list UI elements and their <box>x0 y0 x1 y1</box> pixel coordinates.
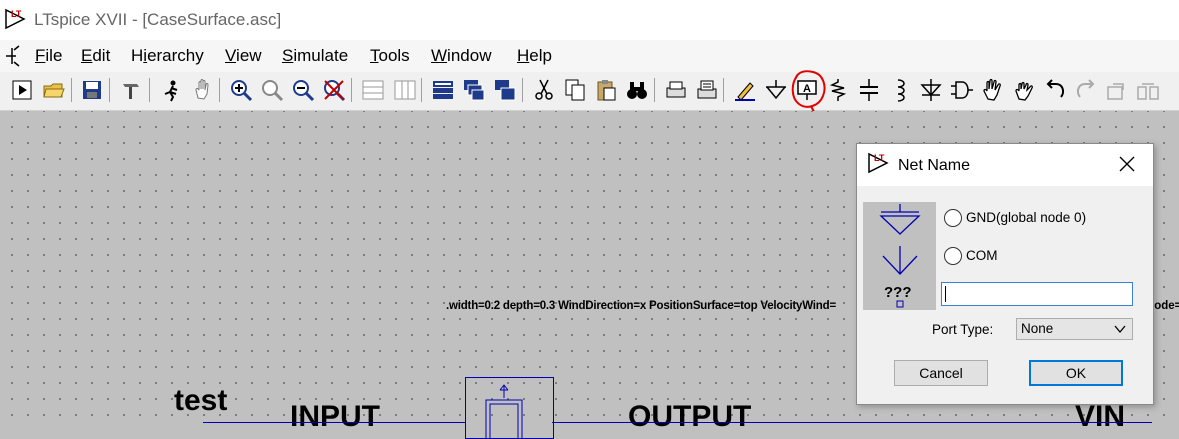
pan-icon[interactable] <box>189 76 217 104</box>
schematic-component[interactable] <box>465 377 554 439</box>
label-input[interactable]: INPUT <box>290 400 380 434</box>
port-type-select[interactable]: None <box>1016 318 1133 340</box>
window-list-icon[interactable] <box>491 76 519 104</box>
toolbar-separator <box>522 78 523 102</box>
run-icon[interactable] <box>8 76 36 104</box>
move-icon[interactable] <box>979 76 1007 104</box>
radio-gnd-label[interactable]: GND(global node 0) <box>966 210 1086 225</box>
zoom-area-icon[interactable] <box>258 76 286 104</box>
control-panel-icon[interactable] <box>117 76 145 104</box>
text-caret <box>945 286 946 302</box>
copy-icon[interactable] <box>561 76 589 104</box>
tile-vertical-icon[interactable] <box>391 76 419 104</box>
menu-window[interactable]: Window <box>431 46 491 66</box>
drag-icon[interactable] <box>1010 76 1038 104</box>
menu-file[interactable]: File <box>35 46 62 66</box>
next-window-icon[interactable] <box>460 76 488 104</box>
find-icon[interactable] <box>623 76 651 104</box>
toolbar-separator <box>421 78 422 102</box>
capacitor-icon[interactable] <box>855 76 883 104</box>
menu-edit[interactable]: Edit <box>81 46 110 66</box>
spice-directive[interactable]: .width=0.2 depth=0.3 WindDirection=x Pos… <box>446 300 836 312</box>
menu-view[interactable]: View <box>225 46 262 66</box>
label-vin[interactable]: VIN <box>1075 400 1125 434</box>
toolbar-separator <box>723 78 724 102</box>
toolbar-separator <box>71 78 72 102</box>
dialog-title: Net Name <box>898 157 971 174</box>
menu-help[interactable]: Help <box>517 46 552 66</box>
menu-simulate[interactable]: Simulate <box>282 46 348 66</box>
save-icon[interactable] <box>78 76 106 104</box>
toolbar-separator <box>109 78 110 102</box>
title-bar: LT LTspice XVII - [CaseSurface.asc] <box>0 0 1179 40</box>
radio-gnd[interactable] <box>944 209 962 227</box>
inductor-icon[interactable] <box>886 76 914 104</box>
radio-com[interactable] <box>944 247 962 265</box>
menu-tools[interactable]: Tools <box>370 46 410 66</box>
dialog-title-bar: LT Net Name <box>857 144 1153 186</box>
print-setup-icon[interactable] <box>693 76 721 104</box>
redo-icon[interactable] <box>1072 76 1100 104</box>
chevron-down-icon <box>1114 325 1126 334</box>
ltspice-logo-icon: LT <box>868 152 889 174</box>
label-output[interactable]: OUTPUT <box>628 400 751 434</box>
window-title: LTspice XVII - [CaseSurface.asc] <box>34 10 282 29</box>
component-icon[interactable] <box>948 76 976 104</box>
ok-button[interactable]: OK <box>1029 360 1123 386</box>
open-icon[interactable] <box>40 76 68 104</box>
spice-directive-tail[interactable]: lode= <box>1151 300 1179 312</box>
net-name-dialog: LT Net Name ??? GND(global node 0) COM P… <box>856 143 1154 405</box>
ground-icon[interactable] <box>762 76 790 104</box>
cascade-icon[interactable] <box>429 76 457 104</box>
rotate-icon[interactable] <box>1103 76 1131 104</box>
halt-icon[interactable] <box>157 76 185 104</box>
mirror-icon[interactable] <box>1134 76 1162 104</box>
paste-icon[interactable] <box>592 76 620 104</box>
zoom-out-icon[interactable] <box>289 76 317 104</box>
wire[interactable] <box>552 422 1152 423</box>
preview-text: ??? <box>884 284 912 301</box>
label-test[interactable]: test <box>174 384 227 418</box>
toolbar-separator <box>219 78 220 102</box>
menu-hierarchy[interactable]: Hierarchy <box>131 46 204 66</box>
port-type-label: Port Type: <box>932 322 994 337</box>
svg-text:LT: LT <box>11 9 22 19</box>
toolbar-separator <box>654 78 655 102</box>
net-name-input[interactable] <box>941 282 1133 306</box>
diode-icon[interactable] <box>917 76 945 104</box>
draw-wire-icon[interactable] <box>731 76 759 104</box>
print-icon[interactable] <box>662 76 690 104</box>
ltspice-logo-icon: LT <box>5 8 26 30</box>
close-icon[interactable] <box>1119 156 1135 172</box>
toolbar-separator <box>351 78 352 102</box>
toolbar-separator <box>149 78 150 102</box>
net-symbol-preview: ??? <box>863 202 936 310</box>
zoom-in-icon[interactable] <box>227 76 255 104</box>
port-type-value: None <box>1021 321 1054 336</box>
menu-grip-icon <box>6 45 20 67</box>
wire[interactable] <box>203 422 465 423</box>
cut-icon[interactable] <box>530 76 558 104</box>
undo-icon[interactable] <box>1041 76 1069 104</box>
tile-horizontal-icon[interactable] <box>359 76 387 104</box>
component-symbol-icon <box>485 384 523 438</box>
radio-com-label[interactable]: COM <box>966 248 998 263</box>
zoom-fit-icon[interactable] <box>320 76 348 104</box>
svg-text:LT: LT <box>874 153 885 163</box>
resistor-icon[interactable] <box>824 76 852 104</box>
cancel-button[interactable]: Cancel <box>894 360 988 386</box>
